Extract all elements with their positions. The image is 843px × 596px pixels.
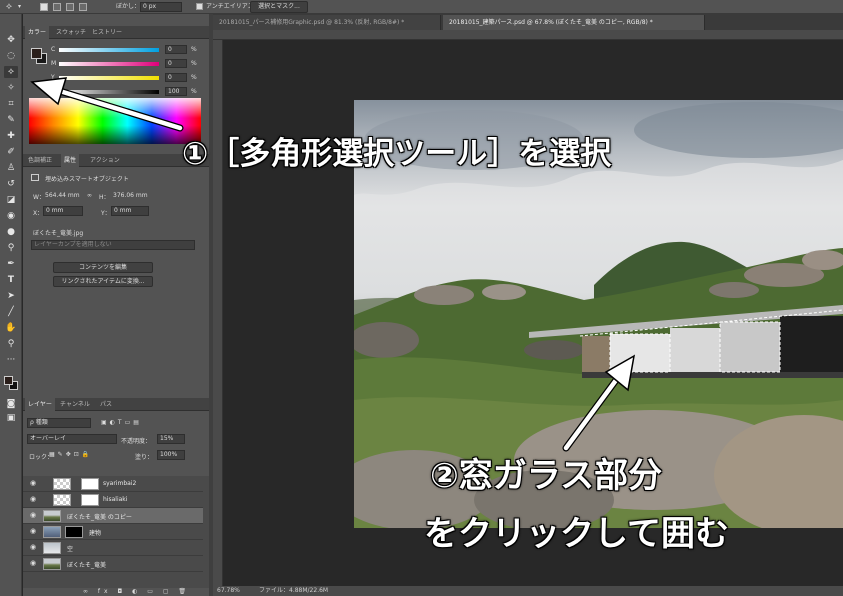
arrow-1-head bbox=[30, 77, 68, 106]
annotation-step2-line2: をクリックして囲む bbox=[424, 514, 729, 554]
status-bar: 67.78% ファイル：4.88M/22.6M bbox=[213, 586, 843, 596]
annotation-step1: ①［多角形選択ツール］を選択 bbox=[182, 136, 612, 172]
arrow-1-shaft bbox=[47, 85, 183, 131]
zoom-level[interactable]: 67.78% bbox=[217, 586, 240, 596]
foreground-color-swatch[interactable] bbox=[31, 48, 42, 59]
annotation-step2-line1: ②窓ガラス部分 bbox=[430, 456, 663, 496]
arrow-2-shaft bbox=[563, 369, 625, 451]
foreground-color-swatch[interactable] bbox=[4, 376, 13, 385]
file-info[interactable]: ファイル：4.88M/22.6M bbox=[259, 586, 328, 596]
